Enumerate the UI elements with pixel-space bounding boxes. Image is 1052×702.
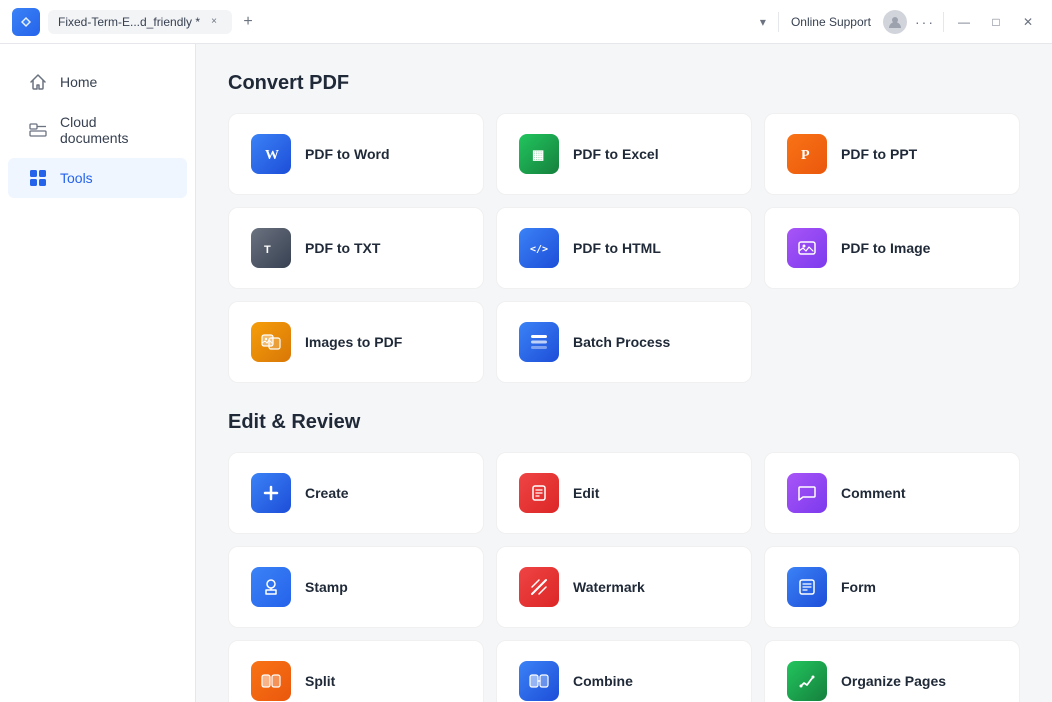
pdf-excel-icon: ▦ bbox=[519, 134, 559, 174]
sidebar-home-label: Home bbox=[60, 74, 97, 90]
pdf-ppt-label: PDF to PPT bbox=[841, 146, 917, 162]
titlebar-right: Online Support ··· — □ ✕ bbox=[791, 10, 1040, 34]
tool-split[interactable]: Split bbox=[228, 640, 484, 702]
svg-text:</>: </> bbox=[530, 244, 548, 255]
sidebar-item-tools[interactable]: Tools bbox=[8, 158, 187, 198]
edit-review-grid: Create Edit bbox=[228, 452, 1020, 702]
split-label: Split bbox=[305, 673, 335, 689]
pdf-html-label: PDF to HTML bbox=[573, 240, 661, 256]
sidebar: Home Cloud documents Tools bbox=[0, 44, 196, 702]
create-icon bbox=[251, 473, 291, 513]
combine-label: Combine bbox=[573, 673, 633, 689]
maximize-button[interactable]: □ bbox=[984, 10, 1008, 34]
tool-stamp[interactable]: Stamp bbox=[228, 546, 484, 628]
tool-edit[interactable]: Edit bbox=[496, 452, 752, 534]
tool-pdf-txt[interactable]: T PDF to TXT bbox=[228, 207, 484, 289]
svg-text:T: T bbox=[264, 244, 271, 256]
comment-label: Comment bbox=[841, 485, 906, 501]
stamp-label: Stamp bbox=[305, 579, 348, 595]
convert-pdf-title: Convert PDF bbox=[228, 72, 1020, 95]
close-button[interactable]: ✕ bbox=[1016, 10, 1040, 34]
edit-icon bbox=[519, 473, 559, 513]
sidebar-item-home[interactable]: Home bbox=[8, 62, 187, 102]
svg-text:▦: ▦ bbox=[532, 147, 544, 162]
stamp-icon bbox=[251, 567, 291, 607]
create-label: Create bbox=[305, 485, 349, 501]
combine-icon bbox=[519, 661, 559, 701]
sidebar-tools-label: Tools bbox=[60, 170, 93, 186]
edit-label: Edit bbox=[573, 485, 599, 501]
user-avatar[interactable] bbox=[883, 10, 907, 34]
history-dropdown[interactable]: ▾ bbox=[760, 15, 766, 29]
main-layout: Home Cloud documents Tools bbox=[0, 44, 1052, 702]
tool-pdf-ppt[interactable]: P PDF to PPT bbox=[764, 113, 1020, 195]
pdf-word-icon: W bbox=[251, 134, 291, 174]
watermark-icon bbox=[519, 567, 559, 607]
active-tab[interactable]: Fixed-Term-E...d_friendly * × bbox=[48, 10, 232, 34]
tool-form[interactable]: Form bbox=[764, 546, 1020, 628]
sidebar-item-cloud[interactable]: Cloud documents bbox=[8, 104, 187, 156]
pdf-html-icon: </> bbox=[519, 228, 559, 268]
pdf-txt-icon: T bbox=[251, 228, 291, 268]
sidebar-cloud-label: Cloud documents bbox=[60, 114, 167, 146]
titlebar: Fixed-Term-E...d_friendly * × + ▾ Online… bbox=[0, 0, 1052, 44]
comment-icon bbox=[787, 473, 827, 513]
minimize-button[interactable]: — bbox=[952, 10, 976, 34]
batch-process-label: Batch Process bbox=[573, 334, 670, 350]
tool-create[interactable]: Create bbox=[228, 452, 484, 534]
tool-combine[interactable]: Combine bbox=[496, 640, 752, 702]
tool-images-pdf[interactable]: Images to PDF bbox=[228, 301, 484, 383]
form-icon bbox=[787, 567, 827, 607]
tools-icon bbox=[28, 168, 48, 188]
images-pdf-label: Images to PDF bbox=[305, 334, 402, 350]
edit-review-title: Edit & Review bbox=[228, 411, 1020, 434]
tool-organize[interactable]: Organize Pages bbox=[764, 640, 1020, 702]
tab-close-button[interactable]: × bbox=[206, 14, 222, 30]
more-options-button[interactable]: ··· bbox=[915, 14, 935, 30]
pdf-ppt-icon: P bbox=[787, 134, 827, 174]
tool-batch-process[interactable]: Batch Process bbox=[496, 301, 752, 383]
form-label: Form bbox=[841, 579, 876, 595]
watermark-label: Watermark bbox=[573, 579, 645, 595]
batch-process-icon bbox=[519, 322, 559, 362]
pdf-excel-label: PDF to Excel bbox=[573, 146, 659, 162]
pdf-txt-label: PDF to TXT bbox=[305, 240, 380, 256]
svg-text:P: P bbox=[801, 148, 810, 163]
tool-pdf-word[interactable]: W PDF to Word bbox=[228, 113, 484, 195]
tool-comment[interactable]: Comment bbox=[764, 452, 1020, 534]
organize-icon bbox=[787, 661, 827, 701]
convert-pdf-grid: W PDF to Word ▦ PDF to Excel P bbox=[228, 113, 1020, 383]
images-pdf-icon bbox=[251, 322, 291, 362]
tool-pdf-image[interactable]: PDF to Image bbox=[764, 207, 1020, 289]
home-icon bbox=[28, 72, 48, 92]
pdf-image-icon bbox=[787, 228, 827, 268]
organize-label: Organize Pages bbox=[841, 673, 946, 689]
cloud-icon bbox=[28, 120, 48, 140]
split-icon bbox=[251, 661, 291, 701]
online-support-label[interactable]: Online Support bbox=[791, 15, 871, 29]
pdf-word-label: PDF to Word bbox=[305, 146, 390, 162]
dropdown-icon: ▾ bbox=[760, 15, 766, 29]
content-area: Convert PDF W PDF to Word ▦ PDF to Exce bbox=[196, 44, 1052, 702]
svg-text:W: W bbox=[265, 148, 279, 163]
pdf-image-label: PDF to Image bbox=[841, 240, 930, 256]
app-logo bbox=[12, 8, 40, 36]
tab-area: Fixed-Term-E...d_friendly * × + bbox=[48, 10, 404, 34]
tab-label: Fixed-Term-E...d_friendly * bbox=[58, 15, 200, 29]
new-tab-button[interactable]: + bbox=[236, 10, 260, 34]
tool-watermark[interactable]: Watermark bbox=[496, 546, 752, 628]
divider2 bbox=[943, 12, 944, 32]
tool-pdf-html[interactable]: </> PDF to HTML bbox=[496, 207, 752, 289]
divider bbox=[778, 12, 779, 32]
tool-pdf-excel[interactable]: ▦ PDF to Excel bbox=[496, 113, 752, 195]
